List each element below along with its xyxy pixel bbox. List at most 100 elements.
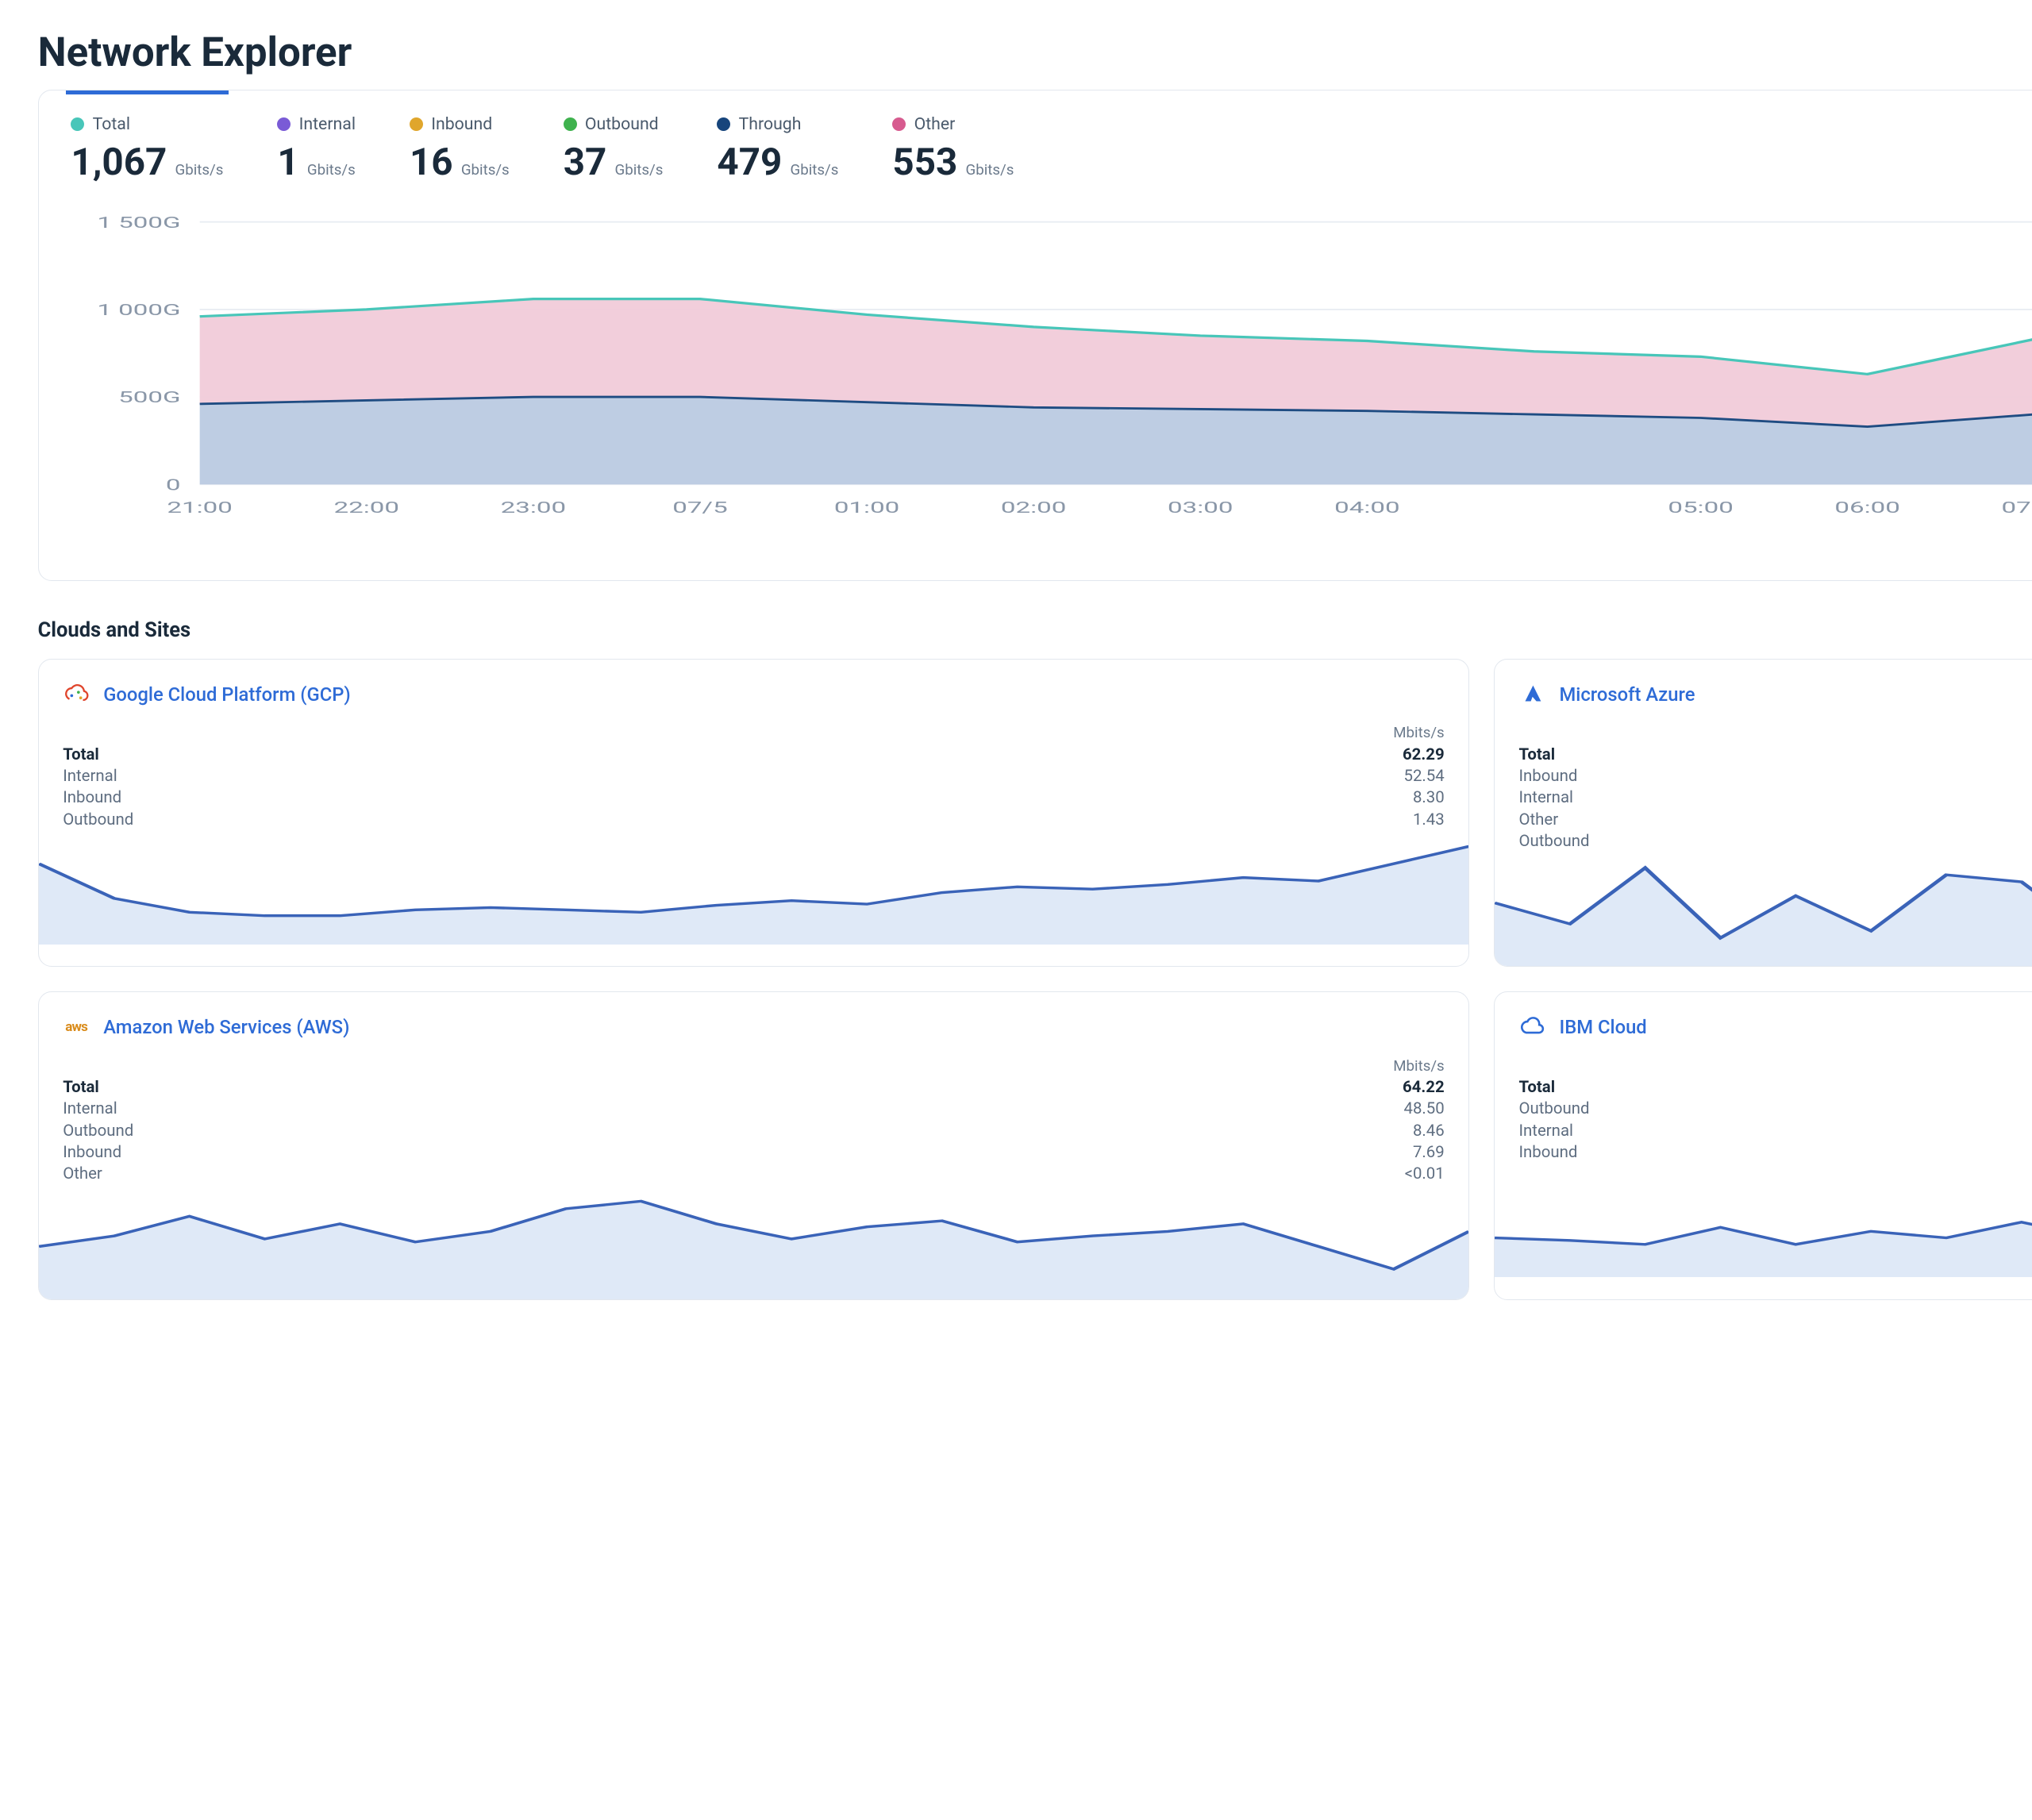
stat-key: Inbound [1518, 1142, 1577, 1161]
tab-value: 553 [892, 140, 957, 184]
stat-value: 7.69 [1413, 1142, 1445, 1161]
view-in-data-explorer-link[interactable]: View in Data Explorer [71, 537, 2032, 558]
cloud-stat-row: Other<0.01 [63, 1164, 1445, 1183]
cloud-stat-row: Other0.44 [1518, 810, 2032, 829]
clouds-section-title: Clouds and Sites [38, 618, 190, 642]
stat-value: 52.54 [1403, 766, 1444, 785]
traffic-tabs: Total 1,067Gbits/sInternal 1Gbits/sInbou… [71, 90, 2032, 198]
stat-value: 64.22 [1403, 1077, 1445, 1096]
page-root: Network Explorer Aggregate 95th Percenti… [38, 27, 2032, 1300]
stat-value: 48.50 [1403, 1099, 1444, 1118]
stat-key: Total [63, 745, 99, 764]
cloud-stat-row: Inbound4.58 [1518, 766, 2032, 785]
cloud-stats: Total446.78Outbound397.07Internal27.14In… [1518, 1077, 2032, 1161]
stat-key: Total [1518, 1077, 1555, 1096]
cloud-stat-row: Internal52.54 [63, 766, 1445, 785]
traffic-chart: 0500G1 000G1 500G21:0022:0023:0007/501:0… [71, 214, 2032, 524]
svg-text:1 000G: 1 000G [98, 301, 181, 319]
cloud-card: IBM Cloud Kbits/s Total446.78Outbound397… [1494, 991, 2032, 1300]
svg-text:07/5: 07/5 [673, 498, 729, 517]
cloud-name-link[interactable]: Google Cloud Platform (GCP) [103, 683, 351, 706]
cloud-stats: Total9.88 Inbound4.58 Internal4.55 Other0.4… [1518, 745, 2032, 851]
svg-text:23:00: 23:00 [501, 498, 566, 517]
stat-key: Total [1518, 745, 1555, 764]
stat-key: Other [63, 1164, 102, 1183]
cloud-stat-row: Internal27.14 [1518, 1121, 2032, 1140]
cloud-stat-row: Total446.78 [1518, 1077, 2032, 1096]
traffic-tab-inbound[interactable]: Inbound 16 Gbits/s [410, 114, 510, 184]
dot-icon [71, 117, 84, 131]
cloud-card: Google Cloud Platform (GCP) Mbits/s Tota… [38, 659, 1470, 968]
traffic-tab-internal[interactable]: Internal 1 Gbits/s [277, 114, 356, 184]
stat-key: Outbound [1518, 831, 1589, 850]
svg-text:03:00: 03:00 [1168, 498, 1233, 517]
traffic-tab-outbound[interactable]: Outbound 37Gbits/s [564, 114, 664, 184]
tab-value: 1 [277, 140, 298, 184]
gcp-icon [63, 681, 90, 708]
tab-label: Inbound [431, 114, 492, 134]
stat-key: Outbound [63, 810, 133, 829]
tab-unit: Gbits/s [307, 161, 356, 179]
header-row: Network Explorer Aggregate 95th Percenti… [38, 27, 2032, 79]
cloud-stat-row: Outbound1.43 [63, 810, 1445, 829]
cloud-unit: Kbits/s [1518, 1057, 2032, 1075]
tab-unit: Gbits/s [966, 161, 1014, 179]
traffic-tab-other[interactable]: Other 553Gbits/s [892, 114, 1014, 184]
cloud-stat-row: Inbound26.72 [1518, 1142, 2032, 1161]
azure-icon [1518, 681, 1545, 708]
traffic-tab-through[interactable]: Through 479Gbits/s [717, 114, 838, 184]
svg-text:06:00: 06:00 [1835, 498, 1900, 517]
main-column: Network Explorer Aggregate 95th Percenti… [38, 27, 2032, 1300]
cloud-stat-row: Total64.22 [63, 1077, 1445, 1096]
cloud-name-link[interactable]: Amazon Web Services (AWS) [103, 1016, 349, 1038]
cloud-name-link[interactable]: IBM Cloud [1559, 1016, 1646, 1038]
stat-key: Internal [1518, 1121, 1573, 1140]
cloud-stats: Total 62.29 Internal52.54 Inbound 8.30 Outbou… [63, 745, 1445, 829]
svg-text:21:00: 21:00 [167, 498, 233, 517]
dot-icon [892, 117, 906, 131]
cloud-stat-row: Inbound 7.69 [63, 1142, 1445, 1161]
cloud-unit: Mbits/s [63, 1057, 1445, 1075]
cloud-sparkline [1495, 1169, 2032, 1277]
aws-icon: aws [63, 1014, 90, 1041]
svg-text:01:00: 01:00 [834, 498, 899, 517]
cloud-stat-row: Inbound 8.30 [63, 787, 1445, 806]
cloud-unit: Mbits/s [1518, 724, 2032, 741]
stat-key: Outbound [63, 1121, 133, 1140]
cloud-sparkline [39, 837, 1469, 945]
tab-label: Internal [299, 114, 356, 134]
cloud-stat-row: Internal4.55 [1518, 787, 2032, 806]
svg-text:02:00: 02:00 [1001, 498, 1066, 517]
dot-icon [717, 117, 730, 131]
cloud-name-link[interactable]: Microsoft Azure [1559, 683, 1695, 706]
tab-unit: Gbits/s [461, 161, 510, 179]
cloud-stat-row: Outbound0.32 [1518, 831, 2032, 850]
tab-unit: Gbits/s [175, 161, 224, 179]
stat-key: Outbound [1518, 1099, 1589, 1118]
stat-value: 62.29 [1403, 745, 1445, 764]
traffic-tab-total[interactable]: Total 1,067Gbits/s [71, 114, 223, 184]
stat-key: Inbound [63, 1142, 121, 1161]
stat-key: Internal [1518, 787, 1573, 806]
stat-key: Internal [63, 1099, 117, 1118]
stat-value: 8.46 [1413, 1121, 1445, 1140]
stat-key: Other [1518, 810, 1558, 829]
tab-unit: Gbits/s [615, 161, 664, 179]
clouds-header-row: Clouds and Sites See All Sites [38, 618, 2032, 642]
cloud-card: Microsoft Azure Mbits/s Total9.88 Inbound… [1494, 659, 2032, 968]
svg-text:05:00: 05:00 [1668, 498, 1734, 517]
cloud-stat-row: Total9.88 [1518, 745, 2032, 764]
stat-value: 8.30 [1413, 787, 1445, 806]
tab-unit: Gbits/s [791, 161, 839, 179]
svg-text:0: 0 [166, 476, 181, 494]
tab-label: Outbound [585, 114, 659, 134]
svg-text:07:00: 07:00 [2002, 498, 2032, 517]
cloud-stat-row: Outbound 8.46 [63, 1121, 1445, 1140]
dot-icon [564, 117, 577, 131]
tab-label: Through [739, 114, 802, 134]
cloud-stats: Total64.22 Internal 48.50 Outbound 8.46 Inbou… [63, 1077, 1445, 1183]
cloud-sparkline [39, 1191, 1469, 1299]
tab-value: 16 [410, 140, 453, 184]
svg-text:1 500G: 1 500G [98, 214, 181, 232]
stat-key: Inbound [63, 787, 121, 806]
